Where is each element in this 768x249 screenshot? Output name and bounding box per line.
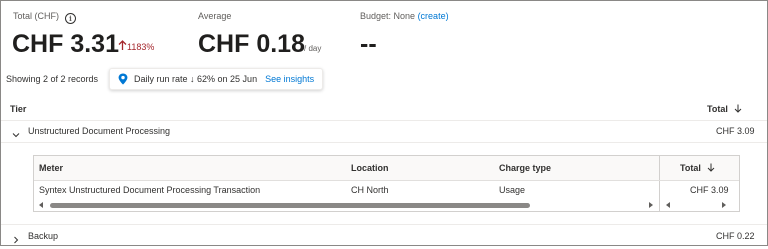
row-divider: [1, 142, 767, 143]
column-header-total[interactable]: Total: [707, 104, 742, 114]
location-pin-icon: [118, 73, 128, 85]
budget-value: --: [360, 30, 377, 58]
insight-pill[interactable]: Daily run rate ↓ 62% on 25 Jun See insig…: [109, 68, 324, 90]
records-count: Showing 2 of 2 records: [6, 74, 99, 84]
average-unit: / day: [304, 44, 322, 53]
arrow-down-icon: [708, 163, 715, 172]
expand-chevron-row-2[interactable]: [12, 231, 20, 249]
column-header-inner-total-label: Total: [680, 163, 701, 173]
budget-label-row: Budget: None (create): [360, 11, 449, 21]
column-header-meter[interactable]: Meter: [39, 163, 63, 173]
budget-label: Budget: None: [360, 11, 416, 21]
arrow-down-icon: [735, 104, 742, 113]
charge-type-cell: Usage: [499, 185, 526, 195]
total-label-row: Total (CHF) i: [13, 11, 77, 24]
location-cell: CH North: [351, 185, 389, 195]
column-header-tier[interactable]: Tier: [10, 104, 26, 114]
tier-row-total: CHF 3.09: [716, 126, 755, 136]
scroll-left-icon[interactable]: [39, 202, 43, 208]
chevron-down-icon: [12, 133, 20, 138]
header-divider: [1, 120, 767, 121]
create-budget-link[interactable]: (create): [418, 11, 449, 21]
scrollbar-thumb[interactable]: [50, 203, 530, 208]
average-value: CHF 0.18: [198, 30, 305, 58]
total-change-percent: 1183%: [127, 42, 155, 52]
meter-cell: Syntex Unstructured Document Processing …: [39, 185, 261, 195]
arrow-up-icon: [118, 40, 127, 50]
tier-row-name[interactable]: Unstructured Document Processing: [28, 126, 170, 136]
total-label: Total (CHF): [13, 11, 60, 21]
tier-row-total: CHF 0.22: [716, 231, 755, 241]
total-change: 1183%: [118, 40, 154, 52]
average-label: Average: [198, 11, 232, 21]
frozen-column-divider: [659, 156, 660, 211]
tier-row-name[interactable]: Backup: [28, 231, 58, 241]
chevron-right-icon: [14, 236, 19, 244]
column-header-charge-type[interactable]: Charge type: [499, 163, 551, 173]
scroll-right-icon[interactable]: [649, 202, 653, 208]
frozen-horizontal-scrollbar[interactable]: [661, 200, 738, 210]
insight-text: Daily run rate ↓ 62% on 25 Jun: [134, 74, 258, 84]
see-insights-link[interactable]: See insights: [265, 74, 314, 84]
frozen-scroll-left-icon[interactable]: [666, 202, 670, 208]
inner-total-cell: CHF 3.09: [690, 185, 729, 195]
column-header-total-label: Total: [707, 104, 728, 114]
column-header-inner-total[interactable]: Total: [680, 163, 715, 173]
row-divider: [1, 224, 767, 225]
column-header-location[interactable]: Location: [351, 163, 389, 173]
inner-header-divider: [34, 180, 739, 181]
total-value: CHF 3.31: [12, 30, 119, 58]
frozen-scroll-right-icon[interactable]: [722, 202, 726, 208]
info-icon[interactable]: i: [65, 13, 77, 24]
